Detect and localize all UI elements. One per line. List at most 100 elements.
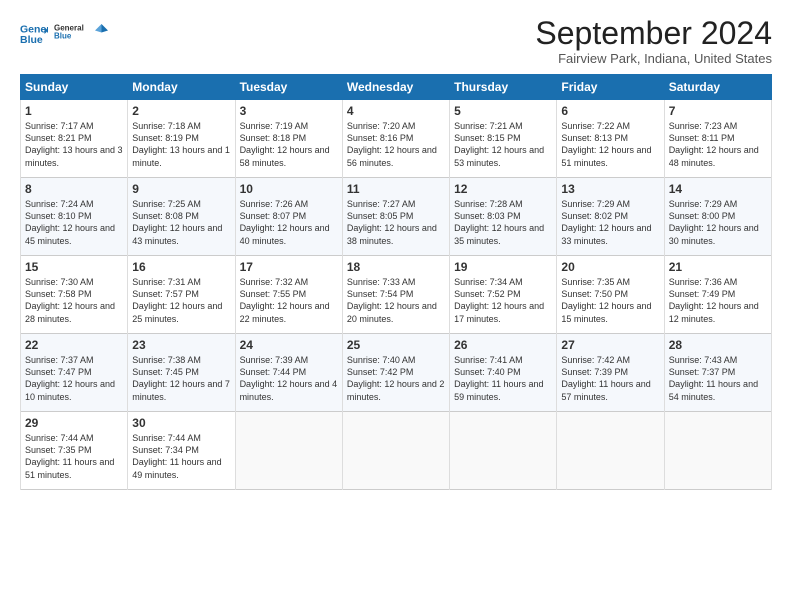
- calendar-cell: 13 Sunrise: 7:29 AMSunset: 8:02 PMDayligh…: [557, 178, 664, 256]
- day-number: 7: [669, 104, 767, 118]
- cell-info: Sunrise: 7:31 AMSunset: 7:57 PMDaylight:…: [132, 276, 230, 325]
- calendar-cell: 14 Sunrise: 7:29 AMSunset: 8:00 PMDayligh…: [664, 178, 771, 256]
- calendar-cell: 18 Sunrise: 7:33 AMSunset: 7:54 PMDayligh…: [342, 256, 449, 334]
- calendar-cell: 25Sunrise: 7:40 AMSunset: 7:42 PMDayligh…: [342, 334, 449, 412]
- cell-info: Sunrise: 7:22 AMSunset: 8:13 PMDaylight:…: [561, 120, 659, 169]
- calendar-cell: 29 Sunrise: 7:44 AMSunset: 7:35 PMDayligh…: [21, 412, 128, 490]
- cell-info: Sunrise: 7:33 AMSunset: 7:54 PMDaylight:…: [347, 276, 445, 325]
- day-number: 1: [25, 104, 123, 118]
- title-block: September 2024 Fairview Park, Indiana, U…: [535, 16, 772, 66]
- cell-info: Sunrise: 7:35 AMSunset: 7:50 PMDaylight:…: [561, 276, 659, 325]
- header: General Blue General Blue September 2024…: [20, 16, 772, 66]
- calendar-cell: 30 Sunrise: 7:44 AMSunset: 7:34 PMDayligh…: [128, 412, 235, 490]
- calendar-cell: 11 Sunrise: 7:27 AMSunset: 8:05 PMDayligh…: [342, 178, 449, 256]
- header-thursday: Thursday: [450, 75, 557, 100]
- day-number: 29: [25, 416, 123, 430]
- day-number: 16: [132, 260, 230, 274]
- subtitle: Fairview Park, Indiana, United States: [535, 51, 772, 66]
- cell-info: Sunrise: 7:21 AMSunset: 8:15 PMDaylight:…: [454, 120, 552, 169]
- cell-info: Sunrise: 7:18 AMSunset: 8:19 PMDaylight:…: [132, 120, 230, 169]
- day-number: 26: [454, 338, 552, 352]
- day-number: 14: [669, 182, 767, 196]
- day-number: 24: [240, 338, 338, 352]
- cell-info: Sunrise: 7:41 AMSunset: 7:40 PMDaylight:…: [454, 354, 552, 403]
- day-number: 20: [561, 260, 659, 274]
- day-number: 15: [25, 260, 123, 274]
- calendar-cell: 15 Sunrise: 7:30 AMSunset: 7:58 PMDayligh…: [21, 256, 128, 334]
- calendar-header-row: SundayMondayTuesdayWednesdayThursdayFrid…: [21, 75, 772, 100]
- day-number: 11: [347, 182, 445, 196]
- cell-info: Sunrise: 7:23 AMSunset: 8:11 PMDaylight:…: [669, 120, 767, 169]
- calendar-cell: 12Sunrise: 7:28 AMSunset: 8:03 PMDayligh…: [450, 178, 557, 256]
- cell-info: Sunrise: 7:44 AMSunset: 7:35 PMDaylight:…: [25, 432, 123, 481]
- day-number: 17: [240, 260, 338, 274]
- day-number: 21: [669, 260, 767, 274]
- day-number: 6: [561, 104, 659, 118]
- calendar-cell: [557, 412, 664, 490]
- day-number: 4: [347, 104, 445, 118]
- calendar-cell: 9 Sunrise: 7:25 AMSunset: 8:08 PMDaylight…: [128, 178, 235, 256]
- day-number: 22: [25, 338, 123, 352]
- day-number: 30: [132, 416, 230, 430]
- day-number: 27: [561, 338, 659, 352]
- cell-info: Sunrise: 7:42 AMSunset: 7:39 PMDaylight:…: [561, 354, 659, 403]
- day-number: 25: [347, 338, 445, 352]
- calendar-cell: 28Sunrise: 7:43 AMSunset: 7:37 PMDayligh…: [664, 334, 771, 412]
- calendar-cell: 5 Sunrise: 7:21 AMSunset: 8:15 PMDaylight…: [450, 100, 557, 178]
- logo-icon: General Blue: [20, 20, 48, 48]
- calendar-cell: [342, 412, 449, 490]
- header-friday: Friday: [557, 75, 664, 100]
- calendar-cell: 2 Sunrise: 7:18 AMSunset: 8:19 PMDaylight…: [128, 100, 235, 178]
- cell-info: Sunrise: 7:19 AMSunset: 8:18 PMDaylight:…: [240, 120, 338, 169]
- day-number: 5: [454, 104, 552, 118]
- calendar-cell: [450, 412, 557, 490]
- header-wednesday: Wednesday: [342, 75, 449, 100]
- page: General Blue General Blue September 2024…: [0, 0, 792, 612]
- cell-info: Sunrise: 7:28 AMSunset: 8:03 PMDaylight:…: [454, 198, 552, 247]
- main-title: September 2024: [535, 16, 772, 51]
- cell-info: Sunrise: 7:17 AMSunset: 8:21 PMDaylight:…: [25, 120, 123, 169]
- logo-bird-icon: General Blue: [54, 16, 109, 52]
- calendar-cell: 8 Sunrise: 7:24 AMSunset: 8:10 PMDaylight…: [21, 178, 128, 256]
- cell-info: Sunrise: 7:38 AMSunset: 7:45 PMDaylight:…: [132, 354, 230, 403]
- day-number: 3: [240, 104, 338, 118]
- calendar-cell: 26 Sunrise: 7:41 AMSunset: 7:40 PMDayligh…: [450, 334, 557, 412]
- cell-info: Sunrise: 7:34 AMSunset: 7:52 PMDaylight:…: [454, 276, 552, 325]
- day-number: 8: [25, 182, 123, 196]
- day-number: 18: [347, 260, 445, 274]
- header-tuesday: Tuesday: [235, 75, 342, 100]
- cell-info: Sunrise: 7:37 AMSunset: 7:47 PMDaylight:…: [25, 354, 123, 403]
- svg-text:Blue: Blue: [54, 32, 72, 41]
- day-number: 13: [561, 182, 659, 196]
- calendar-cell: 24 Sunrise: 7:39 AMSunset: 7:44 PMDayligh…: [235, 334, 342, 412]
- cell-info: Sunrise: 7:32 AMSunset: 7:55 PMDaylight:…: [240, 276, 338, 325]
- cell-info: Sunrise: 7:24 AMSunset: 8:10 PMDaylight:…: [25, 198, 123, 247]
- header-sunday: Sunday: [21, 75, 128, 100]
- calendar-cell: 21 Sunrise: 7:36 AMSunset: 7:49 PMDayligh…: [664, 256, 771, 334]
- calendar-cell: [235, 412, 342, 490]
- cell-info: Sunrise: 7:29 AMSunset: 8:00 PMDaylight:…: [669, 198, 767, 247]
- cell-info: Sunrise: 7:36 AMSunset: 7:49 PMDaylight:…: [669, 276, 767, 325]
- cell-info: Sunrise: 7:29 AMSunset: 8:02 PMDaylight:…: [561, 198, 659, 247]
- cell-info: Sunrise: 7:26 AMSunset: 8:07 PMDaylight:…: [240, 198, 338, 247]
- calendar-cell: 3 Sunrise: 7:19 AMSunset: 8:18 PMDaylight…: [235, 100, 342, 178]
- day-number: 23: [132, 338, 230, 352]
- day-number: 2: [132, 104, 230, 118]
- calendar-cell: 1 Sunrise: 7:17 AMSunset: 8:21 PMDaylight…: [21, 100, 128, 178]
- cell-info: Sunrise: 7:27 AMSunset: 8:05 PMDaylight:…: [347, 198, 445, 247]
- day-number: 28: [669, 338, 767, 352]
- calendar-cell: 7 Sunrise: 7:23 AMSunset: 8:11 PMDaylight…: [664, 100, 771, 178]
- cell-info: Sunrise: 7:30 AMSunset: 7:58 PMDaylight:…: [25, 276, 123, 325]
- calendar-cell: 4 Sunrise: 7:20 AMSunset: 8:16 PMDaylight…: [342, 100, 449, 178]
- calendar-table: SundayMondayTuesdayWednesdayThursdayFrid…: [20, 74, 772, 490]
- header-saturday: Saturday: [664, 75, 771, 100]
- cell-info: Sunrise: 7:25 AMSunset: 8:08 PMDaylight:…: [132, 198, 230, 247]
- calendar-cell: 6 Sunrise: 7:22 AMSunset: 8:13 PMDaylight…: [557, 100, 664, 178]
- cell-info: Sunrise: 7:44 AMSunset: 7:34 PMDaylight:…: [132, 432, 230, 481]
- calendar-cell: 19Sunrise: 7:34 AMSunset: 7:52 PMDayligh…: [450, 256, 557, 334]
- cell-info: Sunrise: 7:20 AMSunset: 8:16 PMDaylight:…: [347, 120, 445, 169]
- day-number: 9: [132, 182, 230, 196]
- calendar-cell: 20 Sunrise: 7:35 AMSunset: 7:50 PMDayligh…: [557, 256, 664, 334]
- cell-info: Sunrise: 7:39 AMSunset: 7:44 PMDaylight:…: [240, 354, 338, 403]
- calendar-cell: 27 Sunrise: 7:42 AMSunset: 7:39 PMDayligh…: [557, 334, 664, 412]
